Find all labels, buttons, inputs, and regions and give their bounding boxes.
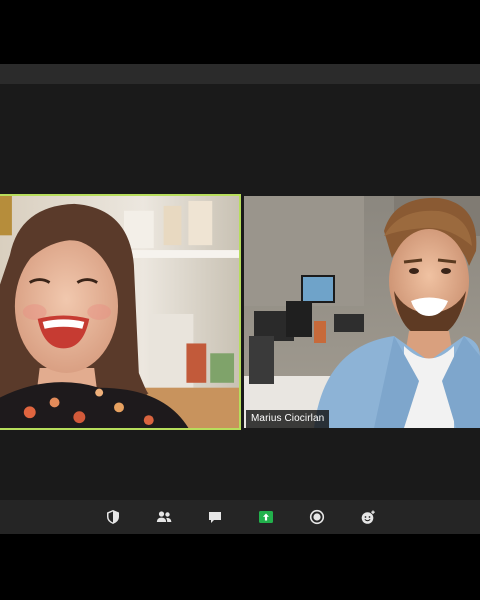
meeting-toolbar [0,500,480,534]
security-button[interactable] [104,508,122,526]
participant-name-label: Marius Ciocirlan [246,410,330,428]
record-button[interactable] [308,508,326,526]
share-screen-icon [259,511,273,523]
participants-button[interactable] [155,508,173,526]
reactions-button[interactable] [359,508,377,526]
title-bar [0,64,480,84]
record-icon [309,509,325,525]
participant-video-feed [244,196,480,428]
video-tile-participant[interactable]: Marius Ciocirlan [244,196,480,428]
share-screen-button[interactable] [257,508,275,526]
meeting-window: Marius Ciocirlan [0,64,480,534]
video-tile-active-speaker[interactable] [0,194,241,430]
video-stage: Marius Ciocirlan [0,84,480,500]
chat-button[interactable] [206,508,224,526]
chat-icon [209,512,221,523]
reactions-icon [361,510,375,524]
participants-icon [156,511,172,522]
participant-video-feed [0,196,239,428]
security-shield-icon [107,510,119,524]
